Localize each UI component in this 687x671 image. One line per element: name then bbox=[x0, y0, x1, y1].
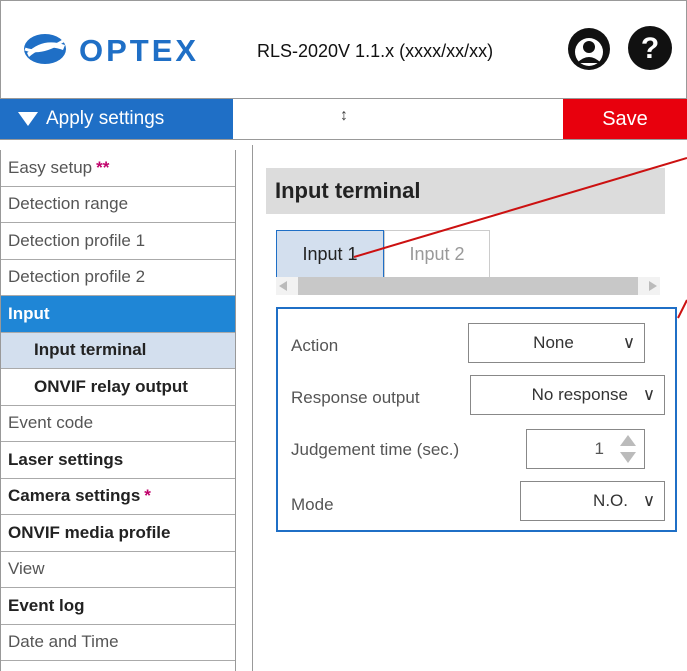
sidebar-item-event-code[interactable]: Event code bbox=[1, 406, 235, 442]
required-star: * bbox=[144, 486, 151, 506]
chevron-down-icon: ∨ bbox=[642, 385, 656, 404]
help-icon[interactable]: ? bbox=[627, 25, 673, 71]
judgement-time-label: Judgement time (sec.) bbox=[291, 440, 460, 459]
horizontal-scrollbar[interactable] bbox=[276, 277, 660, 295]
sidebar-item-detection-profile-2[interactable]: Detection profile 2 bbox=[1, 260, 235, 296]
sidebar-item-detection-profile-1[interactable]: Detection profile 1 bbox=[1, 223, 235, 260]
sidebar-item-onvif-media-profile[interactable]: ONVIF media profile bbox=[1, 515, 235, 552]
response-output-select[interactable]: No response ∨ bbox=[470, 375, 665, 415]
tab-input-2[interactable]: Input 2 bbox=[384, 230, 490, 278]
apply-settings-button[interactable]: Apply settings bbox=[0, 99, 233, 139]
action-value: None bbox=[533, 333, 574, 352]
user-icon[interactable] bbox=[567, 27, 611, 71]
app-title: RLS-2020V 1.1.x (xxxx/xx/xx) bbox=[257, 41, 494, 61]
section-title: Input terminal bbox=[266, 168, 665, 214]
optex-logo: OPTEX bbox=[24, 33, 199, 67]
response-output-label: Response output bbox=[291, 388, 420, 407]
sidebar-item-easy-setup[interactable]: Easy setup ** bbox=[1, 150, 235, 187]
action-select[interactable]: None ∨ bbox=[468, 323, 645, 363]
chevron-down-icon: ∨ bbox=[642, 491, 656, 510]
response-output-value: No response bbox=[531, 385, 628, 404]
mode-label: Mode bbox=[291, 495, 334, 514]
stepper-down-icon[interactable] bbox=[620, 452, 636, 463]
pane-divider[interactable] bbox=[252, 145, 253, 671]
sidebar: Easy setup ** Detection range Detection p… bbox=[0, 150, 236, 671]
sidebar-item-onvif-relay-output[interactable]: ONVIF relay output bbox=[1, 369, 235, 406]
sidebar-item-view[interactable]: View bbox=[1, 552, 235, 588]
sidebar-item-input[interactable]: Input bbox=[1, 296, 235, 333]
action-label: Action bbox=[291, 336, 339, 355]
judgement-time-stepper[interactable]: 1 bbox=[526, 429, 645, 469]
scroll-right-icon[interactable] bbox=[649, 281, 657, 291]
mode-select[interactable]: N.O. ∨ bbox=[520, 481, 665, 521]
stepper-up-icon[interactable] bbox=[620, 435, 636, 446]
required-star: ** bbox=[96, 157, 110, 177]
input-settings-form: Action None ∨ Response output No respons… bbox=[276, 307, 677, 532]
save-button[interactable]: Save bbox=[563, 99, 687, 139]
brand-text: OPTEX bbox=[79, 33, 199, 67]
sidebar-item-detection-range[interactable]: Detection range bbox=[1, 187, 235, 223]
header: OPTEX RLS-2020V 1.1.x (xxxx/xx/xx) ? bbox=[0, 0, 687, 98]
judgement-time-value: 1 bbox=[594, 439, 604, 458]
callout-line-form bbox=[677, 299, 687, 319]
sidebar-item-input-terminal[interactable]: Input terminal bbox=[1, 332, 235, 369]
scrollbar-thumb[interactable] bbox=[298, 277, 638, 295]
scroll-left-icon[interactable] bbox=[279, 281, 287, 291]
resize-handle-icon[interactable]: ↕ bbox=[340, 107, 348, 125]
sidebar-item-event-log[interactable]: Event log bbox=[1, 588, 235, 625]
sidebar-item-laser-settings[interactable]: Laser settings bbox=[1, 442, 235, 479]
sidebar-item-camera-settings[interactable]: Camera settings * bbox=[1, 479, 235, 515]
svg-text:?: ? bbox=[641, 32, 659, 65]
toolbar: Apply settings ↕ Save bbox=[0, 98, 687, 140]
sidebar-item-date-and-time[interactable]: Date and Time bbox=[1, 625, 235, 661]
mode-value: N.O. bbox=[593, 491, 628, 510]
tab-input-1[interactable]: Input 1 bbox=[276, 230, 384, 278]
triangle-down-icon bbox=[18, 112, 38, 126]
apply-settings-label: Apply settings bbox=[46, 108, 165, 129]
chevron-down-icon: ∨ bbox=[622, 333, 636, 352]
stepper-buttons bbox=[614, 430, 644, 468]
